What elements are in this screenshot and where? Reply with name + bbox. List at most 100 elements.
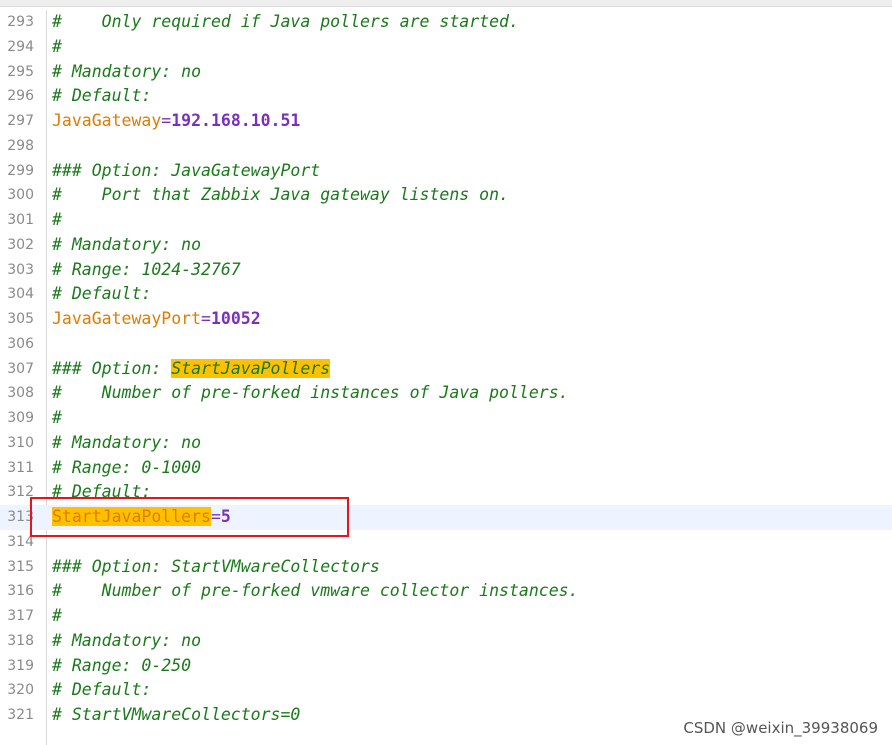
code-line[interactable]: 318 # Mandatory: no [0,629,892,654]
code-line[interactable]: 320 # Default: [0,678,892,703]
code-token: # Default: [52,680,152,700]
line-number: 305 [7,311,34,327]
line-code: # Mandatory: no [52,60,201,85]
code-token: # Number of pre-forked vmware collector … [52,581,579,601]
line-number: 318 [7,632,34,649]
line-code: # Number of pre-forked vmware collector … [52,579,579,604]
code-line[interactable]: 309 # [0,406,892,431]
line-number: 314 [7,533,34,550]
line-code: # Number of pre-forked instances of Java… [52,381,569,406]
code-token: # Range: 1024-32767 [52,259,241,279]
line-number: 317 [7,608,34,624]
line-number: 309 [7,410,34,426]
code-token: # Mandatory: no [52,630,202,650]
code-token: # Range: 0-250 [52,655,192,675]
line-code: JavaGateway=192.168.10.51 [52,109,300,134]
line-code: # [52,35,62,60]
code-line[interactable]: 307 ### Option: StartJavaPollers [0,357,892,382]
code-token: ### Option: StartVMwareCollectors [52,556,380,576]
code-line[interactable]: 317 # [0,604,892,629]
line-number: 298 [7,137,34,154]
code-line[interactable]: 310 # Mandatory: no [0,431,892,456]
code-line[interactable]: 295 # Mandatory: no [0,60,892,85]
line-number: 293 [7,14,34,30]
line-number: 312 [7,484,34,501]
line-number: 295 [7,63,34,80]
line-number: 319 [7,657,34,674]
code-line[interactable]: 294 # [0,35,892,60]
search-highlight: StartJavaPollers [171,358,331,378]
line-code: # [52,604,62,629]
code-token: # Default: [52,284,152,304]
line-number: 307 [7,360,34,377]
code-token: ### Option: JavaGatewayPort [52,160,321,180]
line-number: 294 [7,38,34,55]
code-token: # Range: 0-1000 [52,457,202,477]
code-line[interactable]: 303 # Range: 1024-32767 [0,258,892,283]
code-line[interactable]: 319 # Range: 0-250 [0,654,892,679]
code-token: ### Option: [52,358,172,378]
code-line[interactable]: 306 [0,332,892,357]
code-line[interactable]: 296 # Default: [0,84,892,109]
line-number: 303 [7,261,34,278]
code-line[interactable]: 315 ### Option: StartVMwareCollectors [0,555,892,580]
code-line[interactable]: 298 [0,134,892,159]
code-line[interactable]: 300 # Port that Zabbix Java gateway liste… [0,183,892,208]
code-token: # Mandatory: no [52,61,202,81]
line-code: # Port that Zabbix Java gateway listens … [52,183,509,208]
code-line[interactable]: 301 # [0,208,892,233]
code-token: JavaGateway [52,111,162,130]
line-code: # Range: 0-1000 [52,456,201,481]
code-token: # Mandatory: no [52,234,202,254]
line-code: ### Option: StartVMwareCollectors [52,555,380,580]
line-number: 321 [7,707,34,723]
line-code: # Only required if Java pollers are star… [52,10,519,35]
code-token: # Port that Zabbix Java gateway listens … [52,185,509,205]
line-number: 315 [7,558,34,575]
code-token: # [52,36,62,56]
window-top-edge [0,0,892,7]
watermark: CSDN @weixin_39938069 [683,719,878,737]
code-line[interactable]: 304 # Default: [0,282,892,307]
line-code: JavaGatewayPort=10052 [52,307,261,332]
annotation-red-box [30,497,349,537]
code-token: 192.168.10.51 [171,111,301,130]
line-code: # Default: [52,678,151,703]
code-line[interactable]: 311 # Range: 0-1000 [0,456,892,481]
line-number: 306 [7,335,34,352]
code-token: # [52,210,62,229]
code-line[interactable]: 308 # Number of pre-forked instances of J… [0,381,892,406]
code-token: # Mandatory: no [52,432,202,452]
line-number: 296 [7,88,34,105]
line-number: 301 [7,212,34,228]
line-number: 297 [7,113,34,129]
line-number: 299 [7,162,34,179]
line-code: # Mandatory: no [52,629,201,654]
line-number: 300 [7,187,34,204]
line-number: 304 [7,286,34,303]
line-number: 302 [7,236,34,253]
line-number: 310 [7,434,34,451]
line-code: # Range: 0-250 [52,654,191,679]
code-line[interactable]: 293 # Only required if Java pollers are s… [0,10,892,35]
code-line[interactable]: 302 # Mandatory: no [0,233,892,258]
code-token: # [52,606,62,625]
line-code: # Mandatory: no [52,233,201,258]
line-code: # Range: 1024-32767 [52,258,241,283]
code-token: # StartVMwareCollectors=0 [52,705,301,724]
line-code: # StartVMwareCollectors=0 [52,703,300,728]
line-code: ### Option: StartJavaPollers [52,357,331,382]
line-number: 316 [7,583,34,600]
code-token: # Number of pre-forked instances of Java… [52,383,569,403]
line-code: # Mandatory: no [52,431,201,456]
code-line[interactable]: 305 JavaGatewayPort=10052 [0,307,892,332]
line-code: ### Option: JavaGatewayPort [52,159,320,184]
code-line[interactable]: 316 # Number of pre-forked vmware collect… [0,579,892,604]
code-line[interactable]: 299 ### Option: JavaGatewayPort [0,159,892,184]
code-token: 10052 [210,309,261,328]
line-code: # Default: [52,282,151,307]
line-code: # Default: [52,84,151,109]
line-number: 308 [7,385,34,402]
code-editor[interactable]: 293 # Only required if Java pollers are s… [0,10,892,745]
code-line[interactable]: 297 JavaGateway=192.168.10.51 [0,109,892,134]
